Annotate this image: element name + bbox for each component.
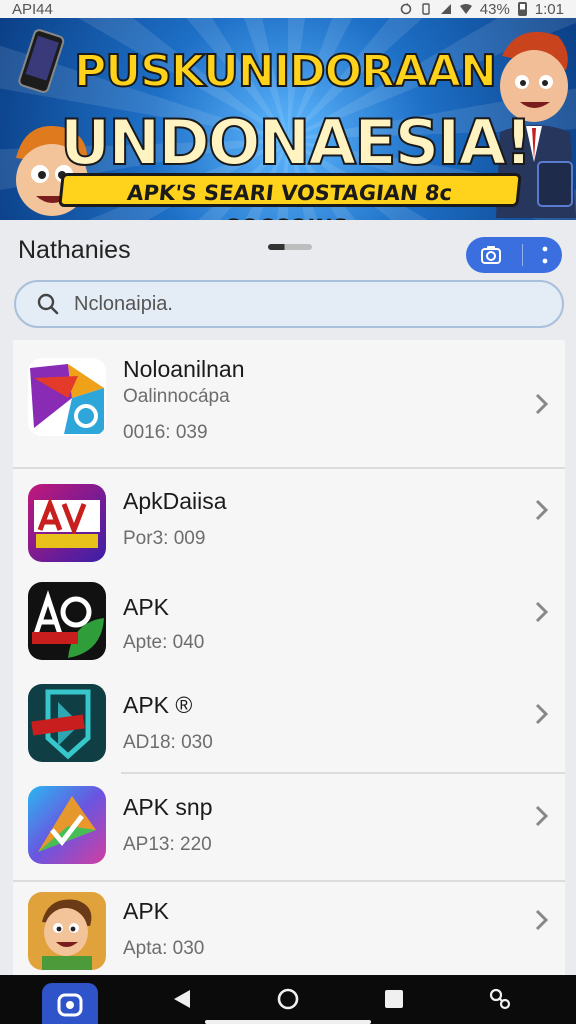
page-indicator (268, 244, 312, 250)
item-title: APK ® (123, 692, 193, 718)
item-meta: 0016: 039 (123, 422, 208, 443)
list-item[interactable]: APK ® AD18: 030 (13, 672, 565, 772)
signal-icon (440, 4, 451, 14)
item-subtitle: Oalinnocápa (123, 386, 230, 407)
list-item[interactable]: APK Apta: 030 (13, 882, 565, 975)
chevron-right-icon (535, 805, 549, 827)
sync-icon (400, 3, 412, 15)
chevron-right-icon (535, 909, 549, 931)
status-bar: API44 43% 1:01 (0, 0, 576, 18)
item-title: APK (123, 594, 170, 620)
camera-icon[interactable] (480, 245, 502, 265)
item-title: ApkDaiisa (123, 488, 227, 514)
wifi-icon (459, 4, 472, 14)
promo-banner[interactable]: PUSKUNIDORAAN UNDONAESIA! APK'S SEARI VO… (0, 18, 576, 220)
status-carrier: API44 (12, 0, 53, 18)
leaf-app-icon (28, 582, 106, 660)
gesture-handle (205, 1020, 371, 1024)
search-bar[interactable] (14, 280, 564, 328)
home-icon[interactable] (276, 987, 300, 1011)
item-meta: Por3: 009 (123, 528, 206, 549)
play-app-icon (28, 786, 106, 864)
chevron-right-icon (535, 703, 549, 725)
item-title: Noloanilnan (123, 356, 245, 382)
item-meta: AD18: 030 (123, 732, 213, 753)
character-app-icon (28, 892, 106, 970)
list-item[interactable]: Noloanilnan Oalinnocápa 0016: 039 (13, 340, 565, 468)
accessibility-icon[interactable] (488, 987, 512, 1011)
search-icon (37, 293, 59, 315)
back-icon[interactable] (170, 987, 194, 1011)
list-item[interactable]: APK Apte: 040 (13, 574, 565, 672)
page-title: Nathanies (18, 236, 131, 264)
search-input[interactable] (74, 292, 514, 316)
banner-headline-1: PUSKUNIDORAAN (73, 45, 498, 98)
item-title: APK snp (123, 794, 213, 820)
av-app-icon (28, 484, 106, 562)
chevron-right-icon (535, 601, 549, 623)
banner-headline-2: UNDONAESIA! (59, 105, 534, 180)
status-time: 1:01 (534, 0, 564, 18)
app-list: Noloanilnan Oalinnocápa 0016: 039 ApkDai… (13, 340, 565, 975)
chevron-right-icon (535, 393, 549, 415)
list-item[interactable]: ApkDaiisa Por3: 009 (13, 468, 565, 574)
battery-percent: 43% (479, 0, 510, 18)
home-app-icon[interactable] (42, 983, 98, 1024)
battery-icon (517, 2, 527, 16)
action-pill (466, 237, 562, 273)
arrow-app-icon (28, 358, 106, 436)
pill-divider (521, 244, 523, 266)
list-header: Nathanies (0, 222, 576, 280)
more-vert-icon[interactable] (542, 245, 548, 265)
list-item[interactable]: APK snp AP13: 220 (13, 774, 565, 880)
item-title: APK (123, 898, 170, 924)
item-meta: Apte: 040 (123, 632, 205, 653)
app-glyph-icon (57, 993, 83, 1016)
item-meta: Apta: 030 (123, 938, 205, 959)
shield-app-icon (28, 684, 106, 762)
vibrate-icon (422, 3, 430, 15)
navigation-bar (0, 975, 576, 1024)
phone-illustration (18, 29, 65, 93)
recents-icon[interactable] (382, 987, 406, 1011)
chevron-right-icon (535, 499, 549, 521)
banner-tagline: APK'S SEARI VOSTAGIAN 8c SOCCOINS (58, 173, 522, 220)
status-icons: 43% 1:01 (400, 1, 564, 18)
item-meta: AP13: 220 (123, 834, 212, 855)
